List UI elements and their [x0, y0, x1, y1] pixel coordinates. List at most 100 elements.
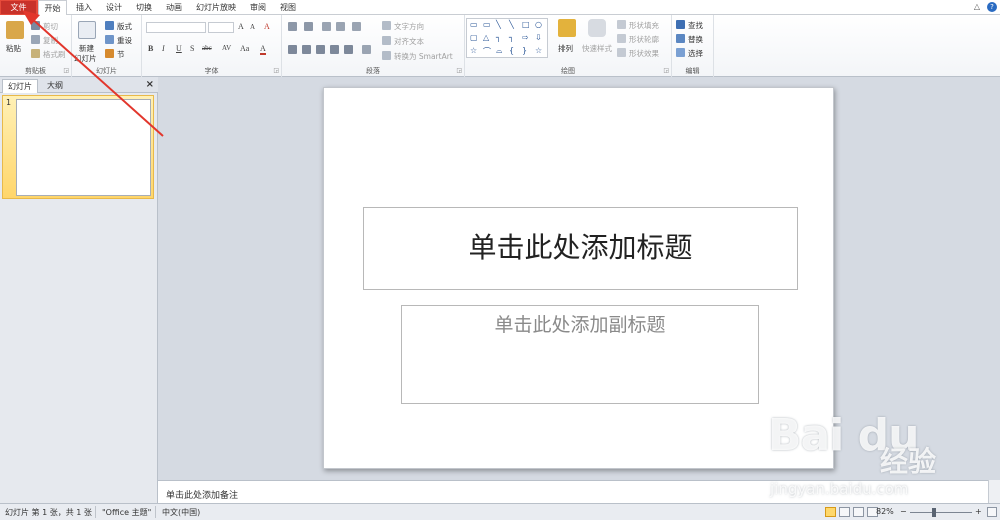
change-case-button[interactable]: Aa [240, 44, 249, 53]
slide-sorter-view-icon[interactable] [839, 507, 850, 517]
layout-button[interactable]: 版式 [117, 21, 132, 32]
columns-icon[interactable] [362, 45, 371, 54]
title-placeholder[interactable]: 单击此处添加标题 [363, 207, 798, 290]
shape-outline-icon[interactable] [617, 34, 626, 43]
tab-slides-pane[interactable]: 幻灯片 [2, 79, 38, 93]
select-button[interactable]: 选择 [688, 48, 703, 59]
smartart-icon[interactable] [382, 51, 391, 60]
quick-styles-icon[interactable] [588, 19, 606, 37]
rectangle-shape-icon[interactable]: □ [522, 20, 530, 29]
zoom-level[interactable]: 82% [876, 507, 894, 516]
text-direction-icon[interactable] [382, 21, 391, 30]
clipboard-launcher-icon[interactable]: ◲ [63, 67, 69, 74]
font-color-button[interactable]: A [260, 44, 266, 55]
select-icon[interactable] [676, 48, 685, 57]
notes-scrollbar[interactable] [988, 480, 1000, 503]
align-right-icon[interactable] [316, 45, 325, 54]
arrange-icon[interactable] [558, 19, 576, 37]
notes-placeholder[interactable]: 单击此处添加备注 [166, 488, 238, 501]
drawing-launcher-icon[interactable]: ◲ [663, 67, 669, 74]
left-brace-shape-icon[interactable]: { [509, 46, 514, 55]
line-spacing-icon[interactable] [352, 22, 361, 31]
textbox-shape-icon[interactable]: ▭ [470, 20, 478, 29]
clear-format-button[interactable]: A [264, 22, 270, 31]
cut-button[interactable]: 剪切 [43, 21, 58, 32]
italic-button[interactable]: I [162, 44, 165, 53]
tab-animations[interactable]: 动画 [160, 0, 188, 15]
decrease-indent-icon[interactable] [322, 22, 331, 31]
star5-shape-icon[interactable]: ☆ [535, 46, 542, 55]
underline-button[interactable]: U [176, 44, 182, 53]
tab-transitions[interactable]: 切换 [130, 0, 158, 15]
arrange-button[interactable]: 排列 [558, 43, 573, 54]
copy-button[interactable]: 复制 [43, 35, 58, 46]
slide-thumbnail[interactable] [16, 99, 151, 196]
format-painter-button[interactable]: 格式刷 [43, 49, 66, 60]
tab-home[interactable]: 开始 [38, 0, 67, 16]
shape-fill-button[interactable]: 形状填充 [629, 20, 659, 31]
layout-icon[interactable] [105, 21, 114, 30]
align-center-icon[interactable] [302, 45, 311, 54]
char-spacing-button[interactable]: AV [222, 44, 231, 52]
find-icon[interactable] [676, 20, 685, 29]
distributed-icon[interactable] [344, 45, 353, 54]
numbering-icon[interactable] [304, 22, 313, 31]
reset-button[interactable]: 重设 [117, 35, 132, 46]
shape-outline-button[interactable]: 形状轮廓 [629, 34, 659, 45]
minimize-ribbon-icon[interactable]: △ [974, 2, 980, 11]
right-brace-shape-icon[interactable]: } [522, 46, 527, 55]
tab-slideshow[interactable]: 幻灯片放映 [190, 0, 242, 15]
close-pane-icon[interactable]: × [146, 79, 154, 90]
theme-status[interactable]: "Office 主题" [102, 507, 151, 518]
fit-to-window-icon[interactable] [987, 507, 997, 517]
increase-indent-icon[interactable] [336, 22, 345, 31]
shape-effects-button[interactable]: 形状效果 [629, 48, 659, 59]
bold-button[interactable]: B [148, 44, 153, 53]
language-status[interactable]: 中文(中国) [162, 507, 200, 518]
elbow-connector-shape-icon[interactable]: ┐ [496, 33, 501, 42]
section-icon[interactable] [105, 49, 114, 58]
justify-icon[interactable] [330, 45, 339, 54]
tab-view[interactable]: 视图 [274, 0, 302, 15]
align-text-icon[interactable] [382, 36, 391, 45]
font-name-combo[interactable] [146, 22, 206, 33]
cut-icon[interactable] [31, 21, 40, 30]
normal-view-icon[interactable] [825, 507, 836, 517]
replace-button[interactable]: 替换 [688, 34, 703, 45]
shrink-font-button[interactable]: A [250, 23, 255, 31]
subtitle-placeholder[interactable]: 单击此处添加副标题 [401, 305, 759, 404]
align-left-icon[interactable] [288, 45, 297, 54]
text-direction-button[interactable]: 文字方向 [394, 21, 424, 32]
copy-icon[interactable] [31, 35, 40, 44]
zoom-in-button[interactable]: + [975, 507, 982, 516]
tab-file[interactable]: 文件 [0, 0, 38, 16]
tab-review[interactable]: 审阅 [244, 0, 272, 15]
paste-icon[interactable] [6, 21, 24, 39]
help-icon[interactable]: ? [987, 2, 997, 12]
line-shape-icon[interactable]: ╲ [496, 20, 501, 29]
grow-font-button[interactable]: A [238, 22, 244, 31]
reading-view-icon[interactable] [853, 507, 864, 517]
paste-button[interactable]: 粘贴 [6, 43, 21, 54]
shape-fill-icon[interactable] [617, 20, 626, 29]
find-button[interactable]: 查找 [688, 20, 703, 31]
zoom-slider-thumb[interactable] [932, 508, 936, 517]
convert-smartart-button[interactable]: 转换为 SmartArt [394, 51, 453, 62]
paragraph-launcher-icon[interactable]: ◲ [456, 67, 462, 74]
arrow-line-shape-icon[interactable]: ╲ [509, 20, 514, 29]
rounded-rect-shape-icon[interactable]: ▢ [470, 33, 478, 42]
elbow-arrow-shape-icon[interactable]: ┐ [509, 33, 514, 42]
font-size-combo[interactable] [208, 22, 234, 33]
tab-outline-pane[interactable]: 大纲 [42, 79, 68, 93]
vertical-textbox-shape-icon[interactable]: ▭ [483, 20, 491, 29]
replace-icon[interactable] [676, 34, 685, 43]
freeform-shape-icon[interactable]: ⌓ [496, 46, 502, 56]
slide-canvas[interactable]: 单击此处添加标题 单击此处添加副标题 [323, 87, 834, 469]
right-arrow-shape-icon[interactable]: ⇨ [522, 33, 529, 42]
tab-design[interactable]: 设计 [100, 0, 128, 15]
triangle-shape-icon[interactable]: △ [483, 33, 489, 42]
down-arrow-shape-icon[interactable]: ⇩ [535, 33, 542, 42]
reset-icon[interactable] [105, 35, 114, 44]
oval-shape-icon[interactable]: ○ [535, 20, 542, 29]
shapes-gallery[interactable]: ▭ ▭ ╲ ╲ □ ○ ▢ △ ┐ ┐ ⇨ ⇩ ☆ ⌒ ⌓ { } ☆ [466, 18, 548, 58]
